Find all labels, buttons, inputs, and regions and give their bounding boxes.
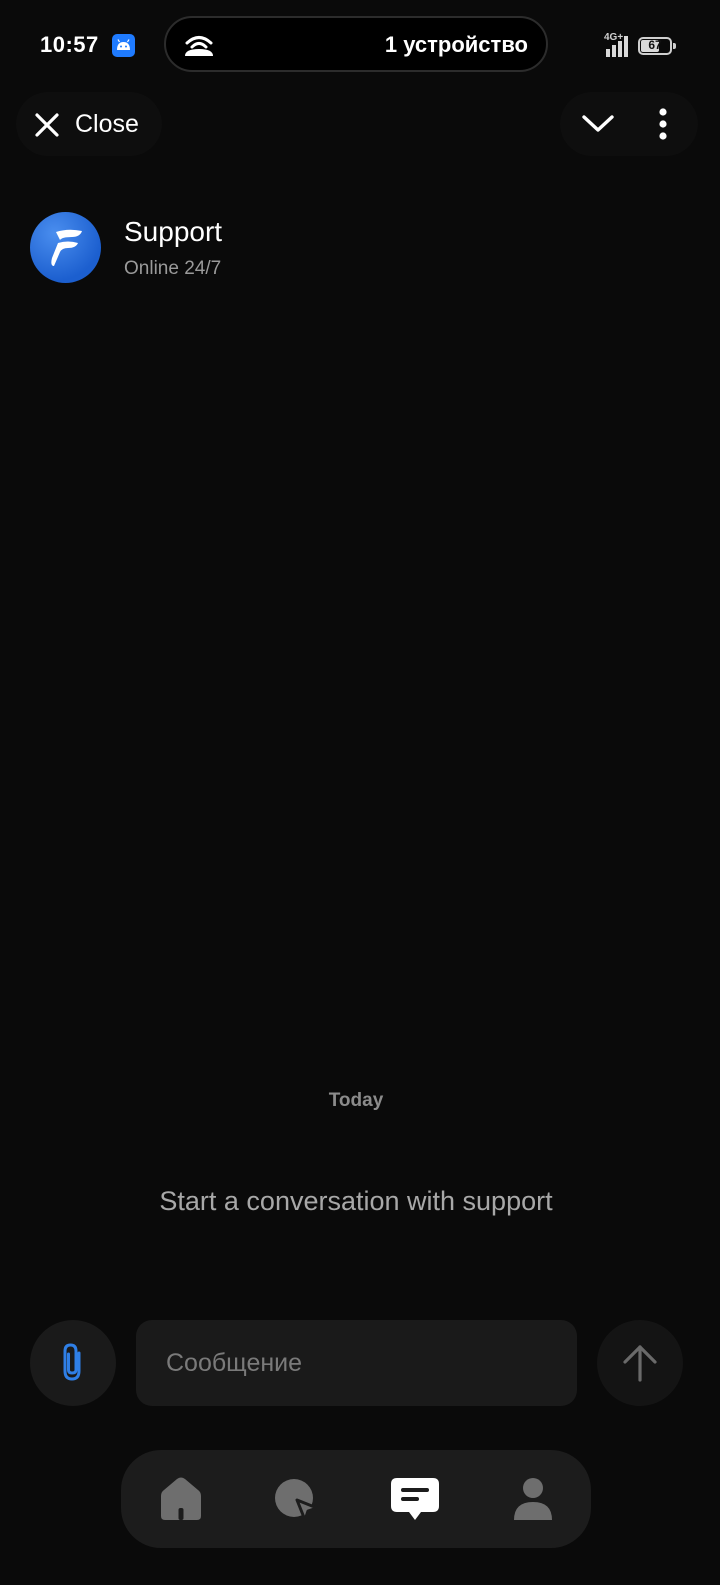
battery-tip bbox=[673, 43, 676, 49]
chat-icon bbox=[391, 1478, 439, 1520]
hotspot-icon bbox=[182, 32, 216, 63]
home-icon bbox=[161, 1477, 201, 1520]
dynamic-island[interactable]: 1 устройство bbox=[164, 16, 548, 72]
close-button[interactable]: Close bbox=[16, 92, 162, 156]
minimize-button[interactable] bbox=[570, 96, 626, 152]
battery-percent: 67 bbox=[648, 38, 662, 52]
close-icon bbox=[34, 112, 60, 143]
close-label: Close bbox=[75, 110, 139, 138]
nav-chat[interactable] bbox=[385, 1474, 445, 1526]
cellular-signal-icon: 4G+ bbox=[596, 32, 630, 59]
status-bar: 10:57 1 устройство 4G+ 67 bbox=[0, 0, 720, 92]
message-input[interactable] bbox=[136, 1320, 577, 1406]
profile-icon bbox=[514, 1478, 552, 1520]
chat-status: Online 24/7 bbox=[124, 258, 222, 279]
chat-title: Support bbox=[124, 216, 223, 247]
send-button[interactable] bbox=[597, 1320, 683, 1406]
android-app-icon bbox=[112, 34, 135, 57]
empty-state-text: Start a conversation with support bbox=[159, 1186, 553, 1216]
more-vertical-icon bbox=[659, 108, 667, 140]
support-avatar bbox=[30, 212, 101, 283]
more-options-button[interactable] bbox=[640, 96, 686, 152]
nav-profile[interactable] bbox=[503, 1474, 563, 1526]
chevron-down-icon bbox=[582, 115, 614, 132]
arrow-up-icon bbox=[623, 1345, 657, 1382]
explore-icon bbox=[275, 1479, 319, 1522]
status-time: 10:57 bbox=[40, 32, 99, 57]
attach-button[interactable] bbox=[30, 1320, 116, 1406]
brand-logo-icon bbox=[51, 229, 82, 266]
nav-home[interactable] bbox=[151, 1474, 211, 1526]
date-separator: Today bbox=[328, 1090, 384, 1111]
paperclip-icon bbox=[63, 1343, 81, 1381]
nav-explore[interactable] bbox=[267, 1474, 327, 1526]
battery-icon: 67 bbox=[638, 37, 676, 55]
bottom-navigation bbox=[121, 1450, 591, 1548]
status-indicators: 4G+ 67 bbox=[596, 32, 676, 60]
connected-devices-text: 1 устройство bbox=[384, 32, 528, 57]
